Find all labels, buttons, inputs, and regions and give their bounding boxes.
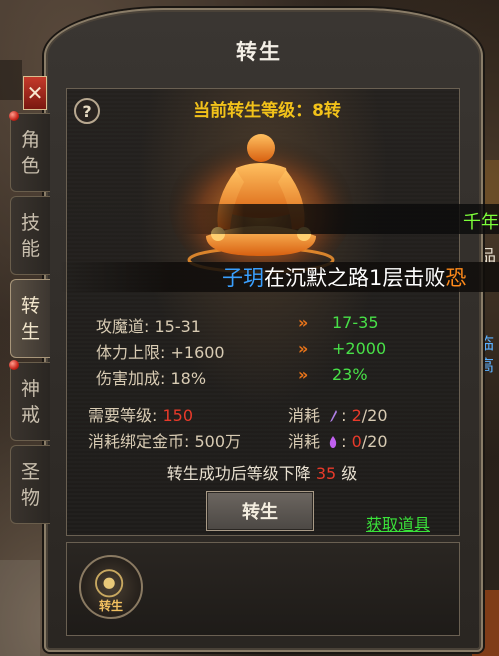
stat-next: 17-35 xyxy=(332,313,379,332)
notification-dot-icon xyxy=(9,360,19,370)
tab-label: 神 xyxy=(20,377,40,400)
get-items-link[interactable]: 获取道具 xyxy=(366,511,430,535)
tab-label: 物 xyxy=(20,486,40,509)
help-button[interactable]: ? xyxy=(74,98,100,124)
tab-skills[interactable]: 技 能 xyxy=(10,196,50,275)
badge-label: 转生 xyxy=(98,599,123,613)
tab-label: 技 xyxy=(20,211,40,234)
rebirth-button[interactable]: 转生 xyxy=(206,491,314,531)
world-texture xyxy=(0,560,40,656)
gold-cost-label: 消耗绑定金币: 500万 xyxy=(88,432,242,451)
tab-label: 戒 xyxy=(20,403,40,426)
kill-feed-message: 在沉默之路1层击败 xyxy=(264,266,446,290)
arrow-icon: » xyxy=(298,313,308,332)
level-drop-prefix: 转生成功后等级下降 xyxy=(166,464,311,483)
consume-item-1: 消耗 : 2/20 xyxy=(288,406,388,425)
consume-have: 0 xyxy=(351,432,362,451)
arrow-icon: » xyxy=(298,365,308,384)
consume-have: 2 xyxy=(351,406,362,425)
level-drop-suffix: 级 xyxy=(341,464,358,483)
stat-current: 伤害加成: 18% xyxy=(96,369,207,388)
stat-current: 体力上限: +1600 xyxy=(96,343,225,362)
gold-cost: 消耗绑定金币: 500万 xyxy=(88,428,241,452)
broadcast-text: 千年 xyxy=(463,212,499,233)
notification-dot-icon xyxy=(9,111,19,121)
tab-relic[interactable]: 圣 物 xyxy=(10,445,50,524)
tab-label: 圣 xyxy=(20,460,40,483)
window-title: 转生 xyxy=(236,40,282,64)
arrow-icon: » xyxy=(298,339,308,358)
consume-label: 消耗 xyxy=(288,432,321,451)
consume-label: 消耗 xyxy=(288,406,321,425)
player-name[interactable]: 子玥 xyxy=(222,266,264,290)
tab-label: 转 xyxy=(20,294,40,317)
kill-feed-target: 恐 xyxy=(445,266,467,290)
meditation-figure-icon xyxy=(169,134,353,278)
tab-character[interactable]: 角 色 xyxy=(9,111,50,192)
consume-need: /20 xyxy=(361,432,388,451)
tab-divine-ring[interactable]: 神 戒 xyxy=(9,360,50,441)
stat-next: +2000 xyxy=(332,339,387,358)
consume-need: /20 xyxy=(361,406,388,425)
required-level-label: 需要等级: xyxy=(88,406,158,425)
tab-label: 能 xyxy=(20,237,40,260)
purple-flame-item-icon xyxy=(329,436,337,448)
tab-label: 角 xyxy=(20,128,40,151)
stat-next: 23% xyxy=(332,365,368,384)
consume-item-2: 消耗 : 0/20 xyxy=(288,432,388,451)
tab-label: 生 xyxy=(20,320,40,343)
level-drop-value: 35 xyxy=(315,464,337,483)
tab-label: 色 xyxy=(20,154,40,177)
tab-rebirth[interactable]: 转 生 xyxy=(10,279,50,358)
stat-current: 攻魔道: 15-31 xyxy=(96,317,201,336)
kill-feed-bar: 子玥在沉默之路1层击败恐 xyxy=(60,262,499,292)
close-button[interactable]: ✕ xyxy=(23,76,47,110)
feather-item-icon xyxy=(330,410,338,422)
required-level: 需要等级: 150 xyxy=(88,402,193,426)
required-level-value: 150 xyxy=(162,406,194,425)
broadcast-bar: 千年 xyxy=(180,204,499,234)
level-drop-notice: 转生成功后等级下降 35 级 xyxy=(66,460,458,484)
side-tabs: 角 色 技 能 转 生 神 戒 圣 物 xyxy=(9,111,50,528)
kill-feed-line: 子玥在沉默之路1层击败恐 xyxy=(222,262,466,292)
world-texture xyxy=(0,60,22,100)
